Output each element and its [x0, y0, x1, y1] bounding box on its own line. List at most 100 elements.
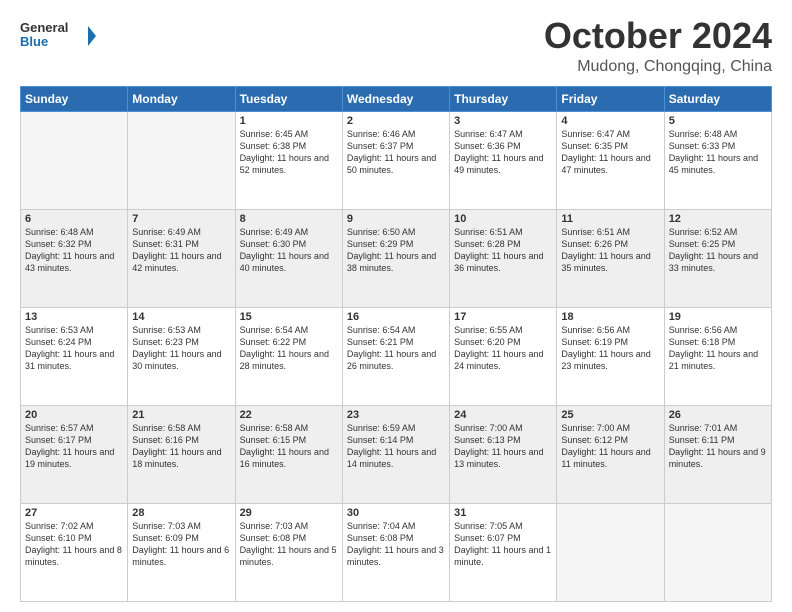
sunset: Sunset: 6:30 PM: [240, 239, 307, 249]
calendar-row: 6Sunrise: 6:48 AMSunset: 6:32 PMDaylight…: [21, 209, 772, 307]
sunrise: Sunrise: 6:50 AM: [347, 227, 416, 237]
daylight: Daylight: 11 hours and 28 minutes.: [240, 349, 329, 371]
sunset: Sunset: 6:08 PM: [240, 533, 307, 543]
table-row: 8 Sunrise: 6:49 AM Sunset: 6:30 PM Daylight…: [235, 209, 342, 307]
daylight: Daylight: 11 hours and 3 minutes.: [347, 545, 444, 567]
daylight: Daylight: 11 hours and 49 minutes.: [454, 153, 543, 175]
sunset: Sunset: 6:15 PM: [240, 435, 307, 445]
day-number: 27: [25, 507, 123, 519]
sunrise: Sunrise: 6:53 AM: [132, 325, 201, 335]
cell-info: Sunrise: 6:49 AM Sunset: 6:30 PM Daylight:…: [240, 226, 338, 275]
sunset: Sunset: 6:33 PM: [669, 141, 736, 151]
sunrise: Sunrise: 6:49 AM: [240, 227, 309, 237]
sunset: Sunset: 6:35 PM: [561, 141, 628, 151]
day-number: 2: [347, 115, 445, 127]
table-row: 28Sunrise: 7:03 AMSunset: 6:09 PMDayligh…: [128, 503, 235, 601]
logo-svg: General Blue: [20, 16, 100, 56]
sunset: Sunset: 6:22 PM: [240, 337, 307, 347]
sunrise: Sunrise: 7:02 AM: [25, 521, 94, 531]
daylight: Daylight: 11 hours and 52 minutes.: [240, 153, 329, 175]
sunrise: Sunrise: 6:45 AM: [240, 129, 309, 139]
daylight: Daylight: 11 hours and 8 minutes.: [25, 545, 122, 567]
table-row: 30Sunrise: 7:04 AMSunset: 6:08 PMDayligh…: [342, 503, 449, 601]
day-number: 19: [669, 311, 767, 323]
daylight: Daylight: 11 hours and 5 minutes.: [240, 545, 337, 567]
sunrise: Sunrise: 7:05 AM: [454, 521, 523, 531]
cell-info: Sunrise: 6:53 AMSunset: 6:24 PMDaylight:…: [25, 324, 123, 373]
daylight: Daylight: 11 hours and 21 minutes.: [669, 349, 758, 371]
month-title: October 2024: [544, 16, 772, 56]
sunset: Sunset: 6:07 PM: [454, 533, 521, 543]
sunset: Sunset: 6:26 PM: [561, 239, 628, 249]
daylight: Daylight: 11 hours and 50 minutes.: [347, 153, 436, 175]
cell-info: Sunrise: 7:03 AMSunset: 6:08 PMDaylight:…: [240, 520, 338, 569]
day-number: 1: [240, 115, 338, 127]
table-row: [128, 111, 235, 209]
day-number: 8: [240, 213, 338, 225]
table-row: 1Sunrise: 6:45 AMSunset: 6:38 PMDaylight…: [235, 111, 342, 209]
sunset: Sunset: 6:16 PM: [132, 435, 199, 445]
day-number: 3: [454, 115, 552, 127]
daylight: Daylight: 11 hours and 40 minutes.: [240, 251, 329, 273]
cell-info: Sunrise: 6:58 AMSunset: 6:15 PMDaylight:…: [240, 422, 338, 471]
cell-info: Sunrise: 7:01 AMSunset: 6:11 PMDaylight:…: [669, 422, 767, 471]
cell-info: Sunrise: 7:00 AMSunset: 6:12 PMDaylight:…: [561, 422, 659, 471]
sunrise: Sunrise: 6:53 AM: [25, 325, 94, 335]
sunrise: Sunrise: 6:51 AM: [454, 227, 523, 237]
sunrise: Sunrise: 7:00 AM: [454, 423, 523, 433]
col-friday: Friday: [557, 86, 664, 111]
table-row: [21, 111, 128, 209]
table-row: 18Sunrise: 6:56 AMSunset: 6:19 PMDayligh…: [557, 307, 664, 405]
daylight: Daylight: 11 hours and 43 minutes.: [25, 251, 114, 273]
title-block: October 2024 Mudong, Chongqing, China: [544, 16, 772, 76]
cell-info: Sunrise: 6:54 AMSunset: 6:22 PMDaylight:…: [240, 324, 338, 373]
sunset: Sunset: 6:20 PM: [454, 337, 521, 347]
cell-info: Sunrise: 6:52 AMSunset: 6:25 PMDaylight:…: [669, 226, 767, 275]
table-row: 10Sunrise: 6:51 AMSunset: 6:28 PMDayligh…: [450, 209, 557, 307]
table-row: 14Sunrise: 6:53 AMSunset: 6:23 PMDayligh…: [128, 307, 235, 405]
sunset: Sunset: 6:29 PM: [347, 239, 414, 249]
sunset: Sunset: 6:21 PM: [347, 337, 414, 347]
sunset: Sunset: 6:10 PM: [25, 533, 92, 543]
day-number: 21: [132, 409, 230, 421]
table-row: 22Sunrise: 6:58 AMSunset: 6:15 PMDayligh…: [235, 405, 342, 503]
day-number: 18: [561, 311, 659, 323]
sunrise: Sunrise: 6:55 AM: [454, 325, 523, 335]
sunset: Sunset: 6:13 PM: [454, 435, 521, 445]
cell-info: Sunrise: 6:50 AMSunset: 6:29 PMDaylight:…: [347, 226, 445, 275]
daylight: Daylight: 11 hours and 18 minutes.: [132, 447, 221, 469]
daylight: Daylight: 11 hours and 6 minutes.: [132, 545, 229, 567]
table-row: 6Sunrise: 6:48 AMSunset: 6:32 PMDaylight…: [21, 209, 128, 307]
day-number: 23: [347, 409, 445, 421]
sunset: Sunset: 6:31 PM: [132, 239, 199, 249]
table-row: 20Sunrise: 6:57 AMSunset: 6:17 PMDayligh…: [21, 405, 128, 503]
cell-info: Sunrise: 6:47 AMSunset: 6:35 PMDaylight:…: [561, 128, 659, 177]
table-row: 23Sunrise: 6:59 AMSunset: 6:14 PMDayligh…: [342, 405, 449, 503]
day-number: 9: [347, 213, 445, 225]
sunset: Sunset: 6:14 PM: [347, 435, 414, 445]
sunrise: Sunrise: 6:57 AM: [25, 423, 94, 433]
day-number: 11: [561, 213, 659, 225]
sunset: Sunset: 6:17 PM: [25, 435, 92, 445]
sunrise: Sunrise: 6:49 AM: [132, 227, 201, 237]
cell-info: Sunrise: 6:51 AMSunset: 6:28 PMDaylight:…: [454, 226, 552, 275]
daylight: Daylight: 11 hours and 9 minutes.: [669, 447, 766, 469]
day-number: 26: [669, 409, 767, 421]
day-number: 29: [240, 507, 338, 519]
cell-info: Sunrise: 6:49 AMSunset: 6:31 PMDaylight:…: [132, 226, 230, 275]
daylight: Daylight: 11 hours and 45 minutes.: [669, 153, 758, 175]
col-thursday: Thursday: [450, 86, 557, 111]
cell-info: Sunrise: 6:56 AMSunset: 6:18 PMDaylight:…: [669, 324, 767, 373]
table-row: 25Sunrise: 7:00 AMSunset: 6:12 PMDayligh…: [557, 405, 664, 503]
cell-info: Sunrise: 6:56 AMSunset: 6:19 PMDaylight:…: [561, 324, 659, 373]
table-row: [664, 503, 771, 601]
sunset: Sunset: 6:12 PM: [561, 435, 628, 445]
cell-info: Sunrise: 6:46 AMSunset: 6:37 PMDaylight:…: [347, 128, 445, 177]
calendar-row: 1Sunrise: 6:45 AMSunset: 6:38 PMDaylight…: [21, 111, 772, 209]
cell-info: Sunrise: 6:59 AMSunset: 6:14 PMDaylight:…: [347, 422, 445, 471]
day-number: 20: [25, 409, 123, 421]
sunrise: Sunrise: 6:47 AM: [454, 129, 523, 139]
table-row: 2Sunrise: 6:46 AMSunset: 6:37 PMDaylight…: [342, 111, 449, 209]
col-saturday: Saturday: [664, 86, 771, 111]
table-row: 31Sunrise: 7:05 AMSunset: 6:07 PMDayligh…: [450, 503, 557, 601]
